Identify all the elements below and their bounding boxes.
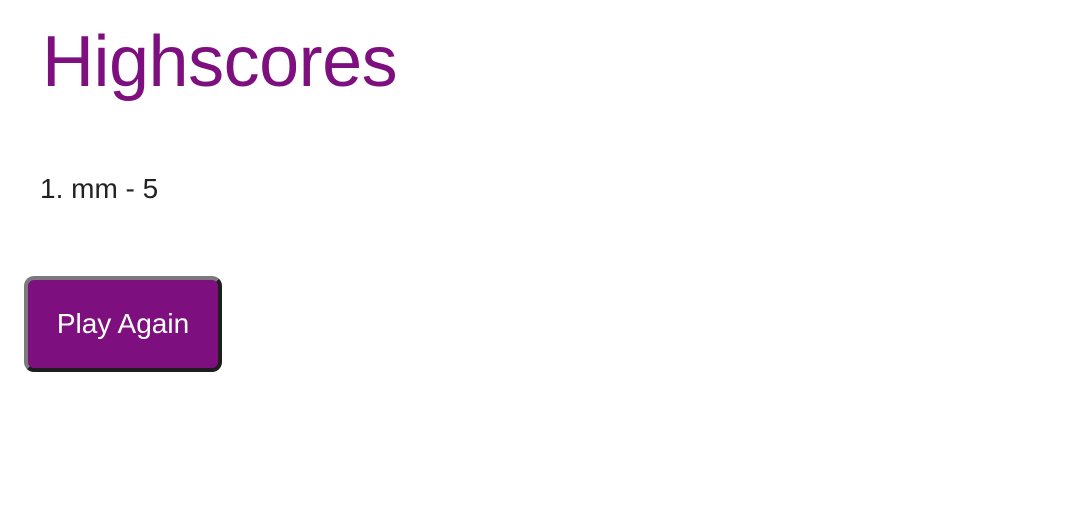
highscore-list: 1. mm - 5 <box>40 172 158 206</box>
highscores-page: Highscores 1. mm - 5 Play Again <box>0 0 1092 520</box>
page-title: Highscores <box>42 22 398 102</box>
highscore-item: 1. mm - 5 <box>40 173 159 204</box>
play-again-button[interactable]: Play Again <box>24 276 222 372</box>
